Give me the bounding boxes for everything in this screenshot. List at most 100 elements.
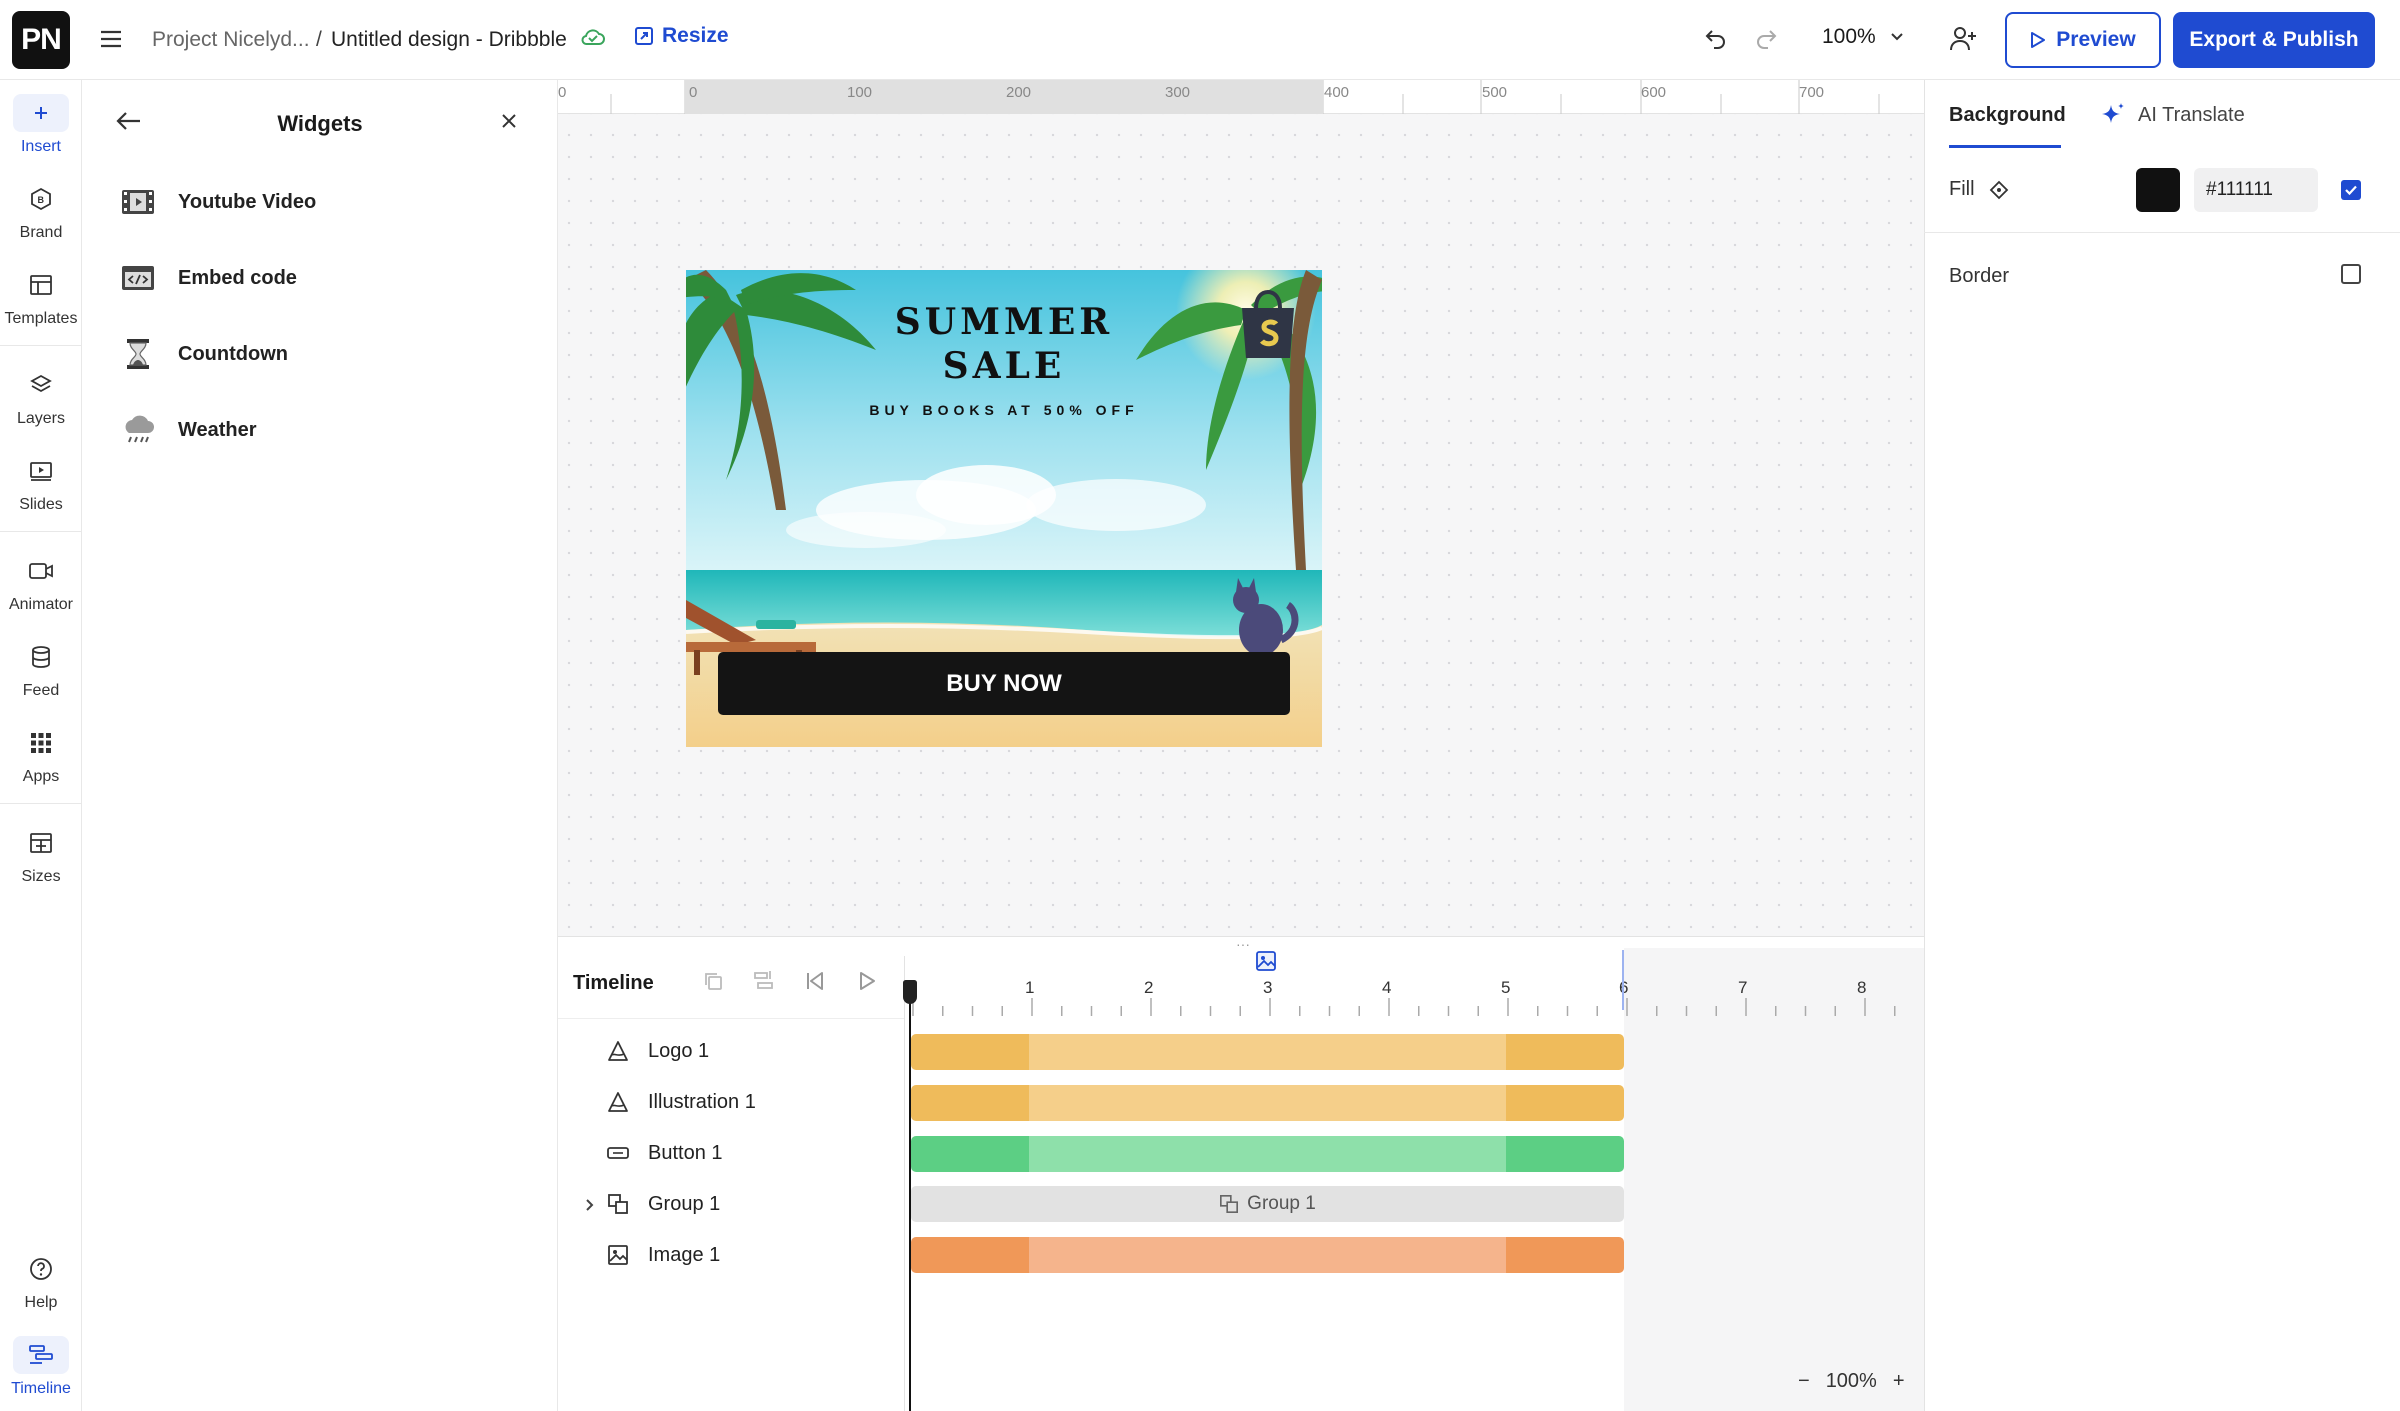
track-bar-group[interactable]: Group 1 [911,1186,1624,1222]
play-timeline-icon[interactable] [856,970,878,997]
bar-hold-segment[interactable] [1029,1085,1506,1121]
rail-item-templates[interactable]: Templates [0,266,82,328]
fill-color-swatch[interactable] [2136,168,2180,212]
ruler-label: 700 [1799,84,1825,101]
playhead-line[interactable] [909,982,911,1411]
bar-hold-segment[interactable] [1029,1034,1506,1070]
widgets-panel: Widgets Youtube Video Embed code Countdo… [82,80,558,1411]
rail-item-feed[interactable]: Feed [0,638,82,700]
preview-button[interactable]: Preview [2005,12,2161,68]
layer-name: Logo 1 [648,1039,710,1062]
ruler-label: 500 [1482,84,1508,101]
rail-item-slides[interactable]: Slides [0,452,82,514]
timeline-zoom-value: 100% [1825,1370,1877,1392]
timeline-layer-group[interactable]: Group 1 [606,1192,720,1216]
bar-exit-segment[interactable] [1506,1136,1624,1172]
bar-exit-segment[interactable] [1506,1085,1624,1121]
hamburger-menu-icon[interactable] [96,24,126,54]
shopping-bag-logo-icon[interactable] [1236,288,1300,367]
zoom-in-button[interactable]: + [1893,1370,1905,1393]
bar-enter-segment[interactable] [911,1034,1029,1070]
expand-chevron-icon[interactable] [585,1196,595,1217]
track-bar-button[interactable] [911,1136,1624,1172]
timeline-tick-label: 3 [1263,978,1273,997]
sizes-icon [13,824,69,862]
diamond-keyframe-icon[interactable] [1989,180,2009,200]
rail-label: Help [24,1294,58,1311]
timeline-tick-label: 5 [1501,978,1511,997]
zoom-value: 100% [1822,25,1876,48]
bar-enter-segment[interactable] [911,1237,1029,1273]
track-bar-image[interactable] [911,1237,1624,1273]
timeline-layer-logo[interactable]: Logo 1 [606,1039,709,1063]
fill-hex-input[interactable]: #111111 [2194,168,2318,212]
bar-enter-segment[interactable] [911,1136,1029,1172]
timeline-layer-illustration[interactable]: Illustration 1 [606,1090,756,1114]
slides-icon [13,452,69,490]
timeline-tick-label: 4 [1382,978,1392,997]
bar-enter-segment[interactable] [911,1085,1029,1121]
timeline-end-marker[interactable] [1622,950,1624,1010]
timeline-resize-handle[interactable]: ··· [1236,936,1250,952]
breadcrumb-design-name[interactable]: Untitled design - Dribbble [331,28,567,52]
widget-embed-code[interactable]: Embed code [120,260,297,296]
tab-ai-translate[interactable]: AI Translate [2100,102,2245,128]
track-bar-illustration[interactable] [911,1085,1624,1121]
bar-exit-segment[interactable] [1506,1237,1624,1273]
checkmark-icon [2345,185,2357,196]
database-icon [13,638,69,676]
ruler-label: 400 [1324,84,1350,101]
preview-label: Preview [2056,28,2136,51]
rail-item-insert[interactable]: Insert [0,94,82,156]
app-logo[interactable]: PN [12,11,70,69]
rail-label: Brand [19,224,63,241]
add-user-icon[interactable] [1948,24,1978,59]
redo-icon[interactable] [1754,26,1778,55]
widget-label: Youtube Video [178,190,317,213]
bar-exit-segment[interactable] [1506,1034,1624,1070]
help-icon [13,1250,69,1288]
copy-icon[interactable] [702,970,724,997]
widget-countdown[interactable]: Countdown [120,336,288,372]
rail-item-brand[interactable]: B Brand [0,180,82,242]
breadcrumb-project[interactable]: Project Nicelyd... [152,28,310,52]
sale-title-line2: SALE [942,345,1066,387]
track-bar-logo[interactable] [911,1034,1624,1070]
fill-enabled-checkbox[interactable] [2341,180,2361,200]
bar-hold-segment[interactable] [1029,1136,1506,1172]
rail-label: Sizes [21,868,61,885]
border-enabled-checkbox[interactable] [2341,264,2361,284]
svg-text:B: B [38,195,45,205]
widget-weather[interactable]: Weather [120,412,257,448]
rail-item-help[interactable]: Help [0,1250,82,1312]
widget-label: Weather [178,418,257,441]
close-icon[interactable] [500,112,518,135]
timeline-layer-image[interactable]: Image 1 [606,1243,720,1267]
bar-hold-segment[interactable] [1029,1237,1506,1273]
resize-button[interactable]: Resize [634,24,729,48]
rail-item-sizes[interactable]: Sizes [0,824,82,886]
design-artboard[interactable]: SUMMER SALE BUY BOOKS AT 50% OFF BUY NOW [686,270,1322,747]
timeline-layer-button[interactable]: Button 1 [606,1141,723,1165]
align-tracks-icon[interactable] [752,970,776,997]
tab-background[interactable]: Background [1949,104,2066,127]
zoom-select[interactable]: 100% [1822,25,1904,49]
widget-youtube-video[interactable]: Youtube Video [120,184,316,220]
sale-subtitle[interactable]: BUY BOOKS AT 50% OFF [686,402,1322,418]
rail-item-timeline[interactable]: Timeline [0,1336,82,1398]
back-arrow-icon[interactable] [116,110,142,137]
buy-now-button[interactable]: BUY NOW [718,652,1290,715]
rail-item-animator[interactable]: Animator [0,552,82,614]
rail-item-layers[interactable]: Layers [0,366,82,428]
rail-item-apps[interactable]: Apps [0,724,82,786]
playhead-handle[interactable] [903,980,917,1004]
skip-to-start-icon[interactable] [804,970,826,997]
zoom-out-button[interactable]: − [1798,1370,1810,1393]
export-publish-button[interactable]: Export & Publish [2173,12,2375,68]
sale-title[interactable]: SUMMER SALE [686,300,1322,388]
rail-label: Slides [19,496,63,513]
undo-icon[interactable] [1704,26,1728,55]
weather-icon [120,412,156,448]
ruler-label: 300 [1165,84,1191,101]
image-marker-icon[interactable] [1255,950,1277,977]
